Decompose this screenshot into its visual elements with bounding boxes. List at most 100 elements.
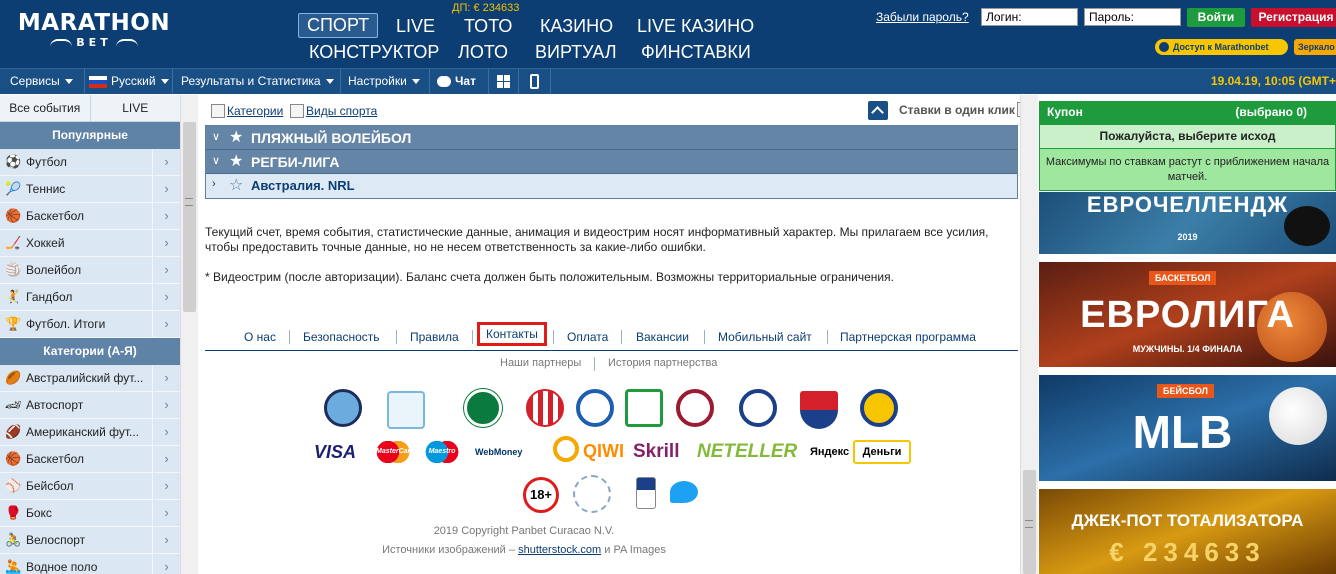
chevron-right-icon[interactable]: › [152, 554, 180, 574]
sidebar-item-category-0[interactable]: 🏉 Австралийский фут... › [0, 365, 180, 392]
footer-link-rules[interactable]: Правила [410, 330, 459, 344]
league-row-australia-nrl[interactable]: › ☆ Австралия. NRL [206, 174, 1017, 198]
sidebar-item-popular-4[interactable]: 🏐 Волейбол › [0, 257, 180, 284]
sport-row-beach-volleyball[interactable]: ∨ ★ ПЛЯЖНЫЙ ВОЛЕЙБОЛ [206, 126, 1017, 150]
footer-link-security[interactable]: Безопасность [303, 330, 380, 344]
categories-checkbox[interactable] [211, 103, 225, 118]
twitter-icon[interactable] [670, 481, 698, 503]
chevron-right-icon[interactable]: › [152, 230, 180, 256]
collapse-all-button[interactable] [868, 101, 888, 120]
password-input[interactable]: Пароль: [1084, 8, 1181, 26]
hibernian-crest-icon[interactable] [464, 389, 502, 427]
chevron-right-icon[interactable]: › [152, 446, 180, 472]
sport-row-rugby-league[interactable]: ∨ ★ РЕГБИ-ЛИГА [206, 150, 1017, 174]
sidebar-item-popular-5[interactable]: 🤾 Гандбол › [0, 284, 180, 311]
ldu-quito-crest-icon[interactable] [800, 391, 838, 429]
settings-menu[interactable]: Настройки [341, 69, 430, 94]
sidebar-item-category-2[interactable]: 🏈 Американский фут... › [0, 419, 180, 446]
manchester-city-crest-icon[interactable] [324, 389, 362, 427]
sidebar-item-category-1[interactable]: 🏎 Автоспорт › [0, 392, 180, 419]
lazio-crest-icon[interactable] [387, 391, 425, 429]
sidebar-item-category-5[interactable]: 🥊 Бокс › [0, 500, 180, 527]
nav-live[interactable]: LIVE [396, 16, 435, 37]
access-marathonbet-button[interactable]: Доступ к Marathonbet [1155, 39, 1288, 55]
footer-link-vacancies[interactable]: Вакансии [636, 330, 689, 344]
curacao-seal-icon[interactable] [636, 477, 656, 509]
footer-link-payment[interactable]: Оплата [567, 330, 608, 344]
nav-live-casino[interactable]: LIVE КАЗИНО [637, 16, 754, 37]
categories-filter-link[interactable]: Категории [227, 104, 283, 118]
banner-euroleague[interactable]: БАСКЕТБОЛ ЕВРОЛИГА МУЖЧИНЫ. 1/4 ФИНАЛА [1039, 262, 1336, 367]
sidebar-item-popular-2[interactable]: 🏀 Баскетбол › [0, 203, 180, 230]
shutterstock-link[interactable]: shutterstock.com [518, 544, 601, 556]
everton-chile-crest-icon[interactable] [860, 389, 898, 427]
footer-link-partner-program[interactable]: Партнерская программа [840, 330, 976, 344]
sidebar-scrollbar[interactable] [180, 95, 198, 574]
responsible-gaming-badge-icon[interactable] [573, 475, 611, 513]
forgot-password-link[interactable]: Забыли пароль? [876, 10, 969, 24]
sidebar-item-category-6[interactable]: 🚴 Велоспорт › [0, 527, 180, 554]
chevron-right-icon[interactable]: › [152, 392, 180, 418]
nav-sport[interactable]: СПОРТ [298, 13, 379, 38]
star-outline-icon[interactable]: ☆ [229, 175, 243, 195]
footer-link-partnership-history[interactable]: История партнерства [608, 357, 717, 369]
banner-eurochallenge[interactable]: ЕВРОЧЕЛЛЕНДЖ 2019 [1039, 192, 1336, 254]
chevron-right-icon[interactable]: › [152, 284, 180, 310]
sidebar-item-category-4[interactable]: ⚾ Бейсбол › [0, 473, 180, 500]
main-scrollbar[interactable] [1020, 95, 1038, 574]
karpaty-crest-icon[interactable] [625, 389, 663, 427]
chevron-right-icon[interactable]: › [152, 257, 180, 283]
mobile-phone-icon [530, 74, 539, 90]
sidebar-item-popular-3[interactable]: 🏒 Хоккей › [0, 230, 180, 257]
chevron-right-icon[interactable]: › [152, 365, 180, 391]
footer-link-our-partners[interactable]: Наши партнеры [500, 357, 581, 369]
dynamo-crest-icon[interactable] [576, 389, 614, 427]
results-menu[interactable]: Результаты и Статистика [173, 69, 341, 94]
chevron-right-icon[interactable]: › [152, 203, 180, 229]
sports-checkbox[interactable] [289, 103, 304, 118]
universitario-crest-icon[interactable] [676, 389, 714, 427]
nav-toto[interactable]: ТОТО [464, 16, 512, 37]
login-button[interactable]: Войти [1187, 8, 1245, 27]
star-filled-icon[interactable]: ★ [229, 151, 243, 171]
language-menu[interactable]: Русский [85, 69, 173, 94]
nav-finstavki[interactable]: ФИНСТАВКИ [641, 42, 751, 63]
nav-constructor[interactable]: КОНСТРУКТОР [309, 42, 439, 63]
chevron-right-icon[interactable]: › [152, 500, 180, 526]
tab-live[interactable]: LIVE [89, 95, 181, 121]
girona-crest-icon[interactable] [526, 389, 564, 427]
chevron-right-icon[interactable]: › [152, 149, 180, 175]
login-input[interactable]: Логин: [981, 8, 1078, 26]
deportivo-municipal-crest-icon[interactable] [739, 389, 777, 427]
sidebar-item-popular-0[interactable]: ⚽ Футбол › [0, 149, 180, 176]
chat-button[interactable]: Чат [430, 69, 489, 94]
chevron-right-icon[interactable]: › [152, 311, 180, 337]
scrollbar-thumb[interactable] [183, 122, 196, 312]
mirror-button[interactable]: Зеркало [1294, 39, 1336, 55]
mobile-app-button[interactable] [519, 69, 551, 94]
sidebar-item-label: Американский фут... [26, 425, 140, 439]
chevron-right-icon[interactable]: › [152, 176, 180, 202]
register-button[interactable]: Регистрация [1251, 8, 1336, 27]
nav-virtual[interactable]: ВИРТУАЛ [535, 42, 617, 63]
star-filled-icon[interactable]: ★ [229, 127, 243, 147]
services-menu[interactable]: Сервисы [0, 69, 85, 94]
sidebar-item-category-3[interactable]: 🏀 Баскетбол › [0, 446, 180, 473]
banner-toto-jackpot[interactable]: ДЖЕК-ПОТ ТОТАЛИЗАТОРА € 234633 [1039, 489, 1336, 574]
marathonbet-logo[interactable]: MARATHON BET [16, 10, 172, 50]
nav-casino[interactable]: КАЗИНО [540, 16, 613, 37]
sidebar-item-popular-1[interactable]: 🎾 Теннис › [0, 176, 180, 203]
nav-loto[interactable]: ЛОТО [458, 42, 508, 63]
sidebar-item-popular-6[interactable]: 🏆 Футбол. Итоги › [0, 311, 180, 338]
tab-all-events[interactable]: Все события [0, 95, 90, 121]
footer-link-mobile-site[interactable]: Мобильный сайт [718, 330, 812, 344]
chevron-right-icon[interactable]: › [152, 419, 180, 445]
footer-link-about[interactable]: О нас [244, 330, 276, 344]
footer-link-contacts[interactable]: Контакты [477, 322, 547, 346]
sports-filter-link[interactable]: Виды спорта [306, 104, 377, 118]
sidebar-item-category-7[interactable]: 🤽 Водное поло › [0, 554, 180, 574]
banner-mlb[interactable]: БЕЙСБОЛ MLB [1039, 375, 1336, 481]
chevron-right-icon[interactable]: › [152, 473, 180, 499]
chevron-right-icon[interactable]: › [152, 527, 180, 553]
windows-app-button[interactable] [489, 69, 519, 94]
